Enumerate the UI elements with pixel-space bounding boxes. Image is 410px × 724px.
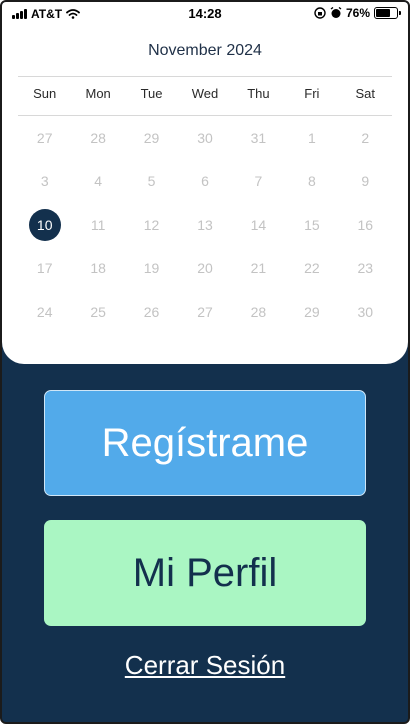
day-grid: 27 28 29 30 31 1 2 3 4 5 6 7 8 9 10 11 12 13 14 15 16 17 18 19 2… — [18, 116, 392, 334]
calendar-day-label: 21 — [250, 260, 267, 277]
calendar-day[interactable]: 8 — [285, 160, 338, 204]
calendar-day[interactable]: 25 — [71, 290, 124, 334]
weekday-label: Fri — [304, 86, 320, 101]
calendar-day[interactable]: 29 — [125, 116, 178, 160]
month-title: November 2024 — [148, 42, 262, 59]
calendar-day-label: 24 — [36, 303, 53, 320]
calendar-popup: AT&T 14:28 76% November 2024 Sun Mon Tue… — [2, 2, 408, 364]
calendar-day[interactable]: 5 — [125, 160, 178, 204]
calendar-day[interactable]: 16 — [339, 203, 392, 247]
screen-lock-icon — [314, 7, 326, 19]
calendar-day[interactable]: 26 — [125, 290, 178, 334]
calendar-day[interactable]: 2 — [339, 116, 392, 160]
battery-icon — [374, 7, 401, 19]
weekday-label: Thu — [247, 86, 270, 101]
calendar-day[interactable]: 18 — [71, 247, 124, 291]
calendar-day-label: 10 — [28, 208, 61, 241]
calendar-day[interactable]: 27 — [18, 116, 71, 160]
calendar-day-label: 30 — [197, 129, 213, 146]
calendar-day-label: 13 — [197, 216, 213, 233]
calendar-day-label: 22 — [304, 260, 320, 277]
calendar-day[interactable]: 3 — [18, 160, 71, 204]
calendar-day[interactable]: 6 — [178, 160, 231, 204]
calendar-day[interactable]: 28 — [71, 116, 124, 160]
calendar-day-label: 6 — [201, 173, 209, 190]
alarm-icon — [330, 7, 342, 18]
weekday-header: Sun Mon Tue Wed Thu Fri Sat — [18, 86, 392, 101]
calendar-day[interactable]: 31 — [232, 116, 285, 160]
calendar-day[interactable]: 22 — [285, 247, 338, 291]
calendar-day[interactable]: 11 — [71, 203, 124, 247]
calendar-day-selected[interactable]: 10 — [18, 203, 71, 247]
calendar-day[interactable]: 19 — [125, 247, 178, 291]
calendar-day[interactable]: 1 — [285, 116, 338, 160]
calendar-day-label: 11 — [90, 216, 106, 233]
calendar-day-label: 2 — [361, 129, 370, 146]
calendar-day-label: 1 — [307, 129, 316, 146]
battery-fill — [376, 9, 391, 17]
logout-link[interactable]: Cerrar Sesión — [2, 650, 408, 681]
calendar-day[interactable]: 15 — [285, 203, 338, 247]
weekday-label: Sat — [355, 86, 376, 101]
calendar-day-label: 3 — [40, 173, 49, 190]
calendar-day-label: 19 — [143, 260, 160, 277]
calendar-day[interactable]: 7 — [232, 160, 285, 204]
calendar-day-label: 14 — [250, 216, 267, 233]
calendar-day-label: 20 — [197, 260, 213, 277]
calendar-day-label: 29 — [304, 303, 320, 320]
phone-screen: ☰ AT&T 14:28 — [0, 0, 410, 724]
calendar-day[interactable]: 4 — [71, 160, 124, 204]
weekday-label: Mon — [85, 86, 111, 101]
calendar-day-label: 28 — [90, 129, 106, 146]
calendar-day-label: 26 — [143, 303, 160, 320]
calendar-day[interactable]: 20 — [178, 247, 231, 291]
calendar-day-label: 16 — [357, 216, 374, 233]
calendar-day[interactable]: 21 — [232, 247, 285, 291]
calendar-day-label: 18 — [90, 260, 106, 277]
calendar-day-label: 17 — [36, 260, 53, 277]
weekday-label: Wed — [191, 86, 219, 101]
calendar-day[interactable]: 9 — [339, 160, 392, 204]
header-divider — [18, 76, 392, 77]
calendar-day[interactable]: 27 — [178, 290, 231, 334]
weekday-label: Tue — [140, 86, 163, 101]
calendar-day-label: 23 — [357, 260, 374, 277]
calendar-day[interactable]: 29 — [285, 290, 338, 334]
calendar-day-label: 9 — [361, 173, 370, 190]
calendar-day-label: 15 — [304, 216, 320, 233]
calendar-day[interactable]: 13 — [178, 203, 231, 247]
profile-button[interactable]: Mi Perfil — [44, 520, 366, 626]
status-bar: AT&T 14:28 76% — [2, 2, 408, 26]
weekday-label: Sun — [33, 86, 57, 101]
calendar-day[interactable]: 17 — [18, 247, 71, 291]
calendar-day-label: 7 — [254, 173, 263, 190]
calendar-day-label: 25 — [90, 303, 106, 320]
calendar-day-label: 27 — [197, 303, 213, 320]
calendar-day[interactable]: 24 — [18, 290, 71, 334]
calendar-day-label: 29 — [143, 129, 160, 146]
calendar-day[interactable]: 23 — [339, 247, 392, 291]
battery-tip — [399, 11, 401, 15]
calendar-day[interactable]: 30 — [339, 290, 392, 334]
calendar-day[interactable]: 30 — [178, 116, 231, 160]
calendar-day-label: 28 — [250, 303, 267, 320]
calendar-day[interactable]: 12 — [125, 203, 178, 247]
calendar-day-label: 8 — [307, 173, 316, 190]
status-right: 76% — [314, 6, 401, 20]
calendar-day[interactable]: 14 — [232, 203, 285, 247]
battery-percent: 76% — [345, 6, 370, 20]
calendar-day-label: 12 — [143, 216, 160, 233]
calendar-day-label: 4 — [94, 173, 103, 190]
calendar-day-label: 5 — [147, 173, 156, 190]
calendar-day-label: 27 — [36, 129, 53, 146]
calendar-day-label: 31 — [250, 129, 267, 146]
calendar-day-label: 30 — [357, 303, 374, 320]
calendar-day[interactable]: 28 — [232, 290, 285, 334]
register-button[interactable]: Regístrame — [44, 390, 366, 496]
